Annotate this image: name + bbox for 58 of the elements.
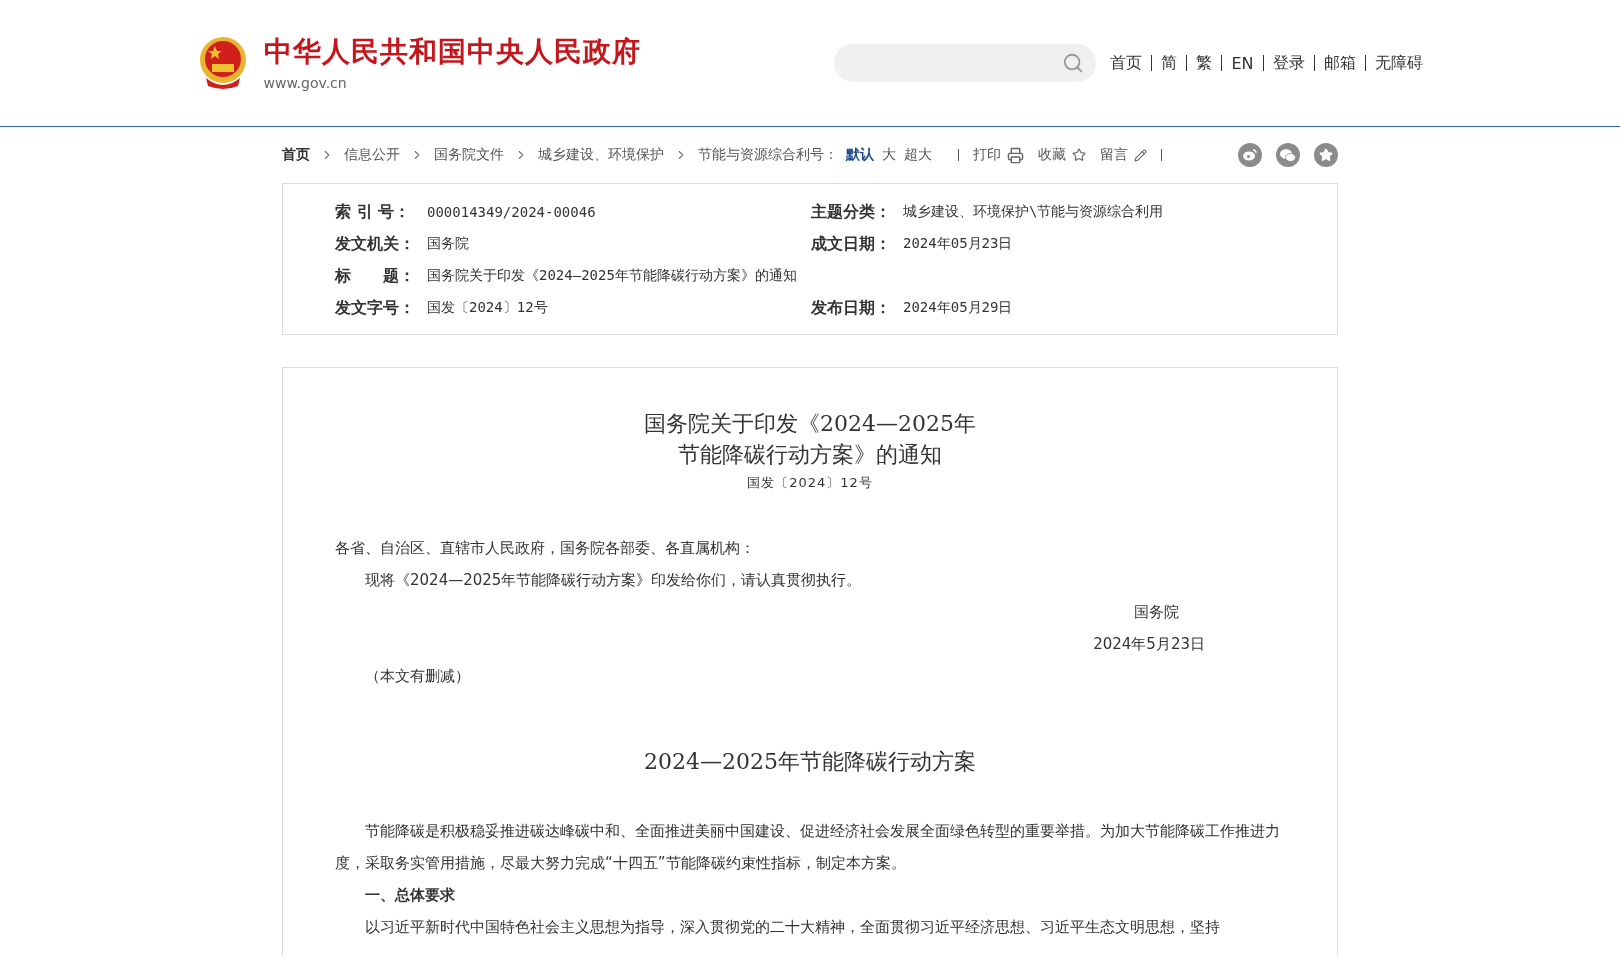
font-size-label: 号：: [810, 146, 838, 164]
search-field[interactable]: [834, 44, 1097, 82]
font-size-option[interactable]: 默认: [846, 146, 874, 164]
nav-link[interactable]: 邮箱: [1323, 52, 1356, 74]
site-domain: www.gov.cn: [263, 75, 348, 91]
field-value: 2024年05月29日: [903, 299, 1013, 317]
field-value: 国发〔2024〕12号: [427, 299, 548, 317]
breadcrumb-link[interactable]: 国务院文件: [434, 146, 504, 164]
field-label: 成文日期：: [811, 233, 892, 255]
field-label: 发文机关：: [335, 233, 416, 255]
section-heading: 一、总体要求: [364, 885, 456, 906]
field-value: 000014349/2024-00046: [427, 204, 596, 220]
paragraph: 现将《2024—2025年节能降碳行动方案》印发给你们，请认真贯彻执行。: [364, 570, 863, 591]
field-value: 2024年05月23日: [903, 235, 1013, 253]
field-label: 发文字号：: [335, 297, 416, 319]
field-label: 索 引 号：: [335, 201, 412, 223]
printer-icon: [1007, 146, 1024, 164]
nav-link[interactable]: EN: [1231, 53, 1254, 73]
signature-text: 国务院: [1133, 602, 1180, 623]
field-label: 主题分类：: [811, 201, 892, 223]
site-name: 中华人民共和国中央人民政府: [263, 34, 641, 70]
star-icon: [1072, 148, 1086, 162]
pencil-icon: [1134, 148, 1147, 162]
document-number: 国发〔2024〕12号: [746, 474, 874, 492]
share-button[interactable]: [1276, 143, 1300, 167]
nav-link[interactable]: 简: [1161, 52, 1178, 74]
toolbar-link[interactable]: 收藏: [1038, 146, 1086, 164]
field-label: 标 题：: [335, 265, 416, 287]
nav-link[interactable]: 繁: [1196, 52, 1213, 74]
paragraph: 以习近平新时代中国特色社会主义思想为指导，深入贯彻党的二十大精神，全面贯彻习近平经济思想、习近平生态文明思想，坚持: [364, 917, 1221, 938]
field-value: 国务院关于印发《2024—2025年节能降碳行动方案》的通知: [427, 267, 797, 285]
font-size-option[interactable]: 超大: [904, 146, 932, 164]
breadcrumb-link[interactable]: 首页: [282, 146, 310, 164]
paragraph: 各省、自治区、直辖市人民政府，国务院各部委、各直属机构：: [335, 538, 756, 559]
paragraph: （本文有删减）: [364, 666, 471, 687]
emblem-logo: [197, 34, 248, 90]
weibo-icon: [1243, 149, 1257, 161]
nav-link[interactable]: 首页: [1110, 52, 1143, 74]
font-size-option[interactable]: 大: [882, 146, 896, 164]
field-value: 城乡建设、环境保护\节能与资源综合利用: [903, 203, 1164, 221]
star-icon: [1319, 148, 1333, 162]
article-title: 国务院关于印发《2024—2025年 节能降碳行动方案》的通知: [643, 410, 977, 469]
share-button[interactable]: [1238, 143, 1262, 167]
nav-link[interactable]: 登录: [1272, 52, 1305, 74]
share-button[interactable]: [1314, 143, 1338, 167]
breadcrumb-link[interactable]: 城乡建设、环境保护: [538, 146, 664, 164]
breadcrumb-link[interactable]: 节能与资源综合利: [698, 146, 810, 164]
field-value: 国务院: [427, 235, 469, 253]
toolbar-link[interactable]: 留言: [1100, 146, 1147, 164]
signature-text: 2024年5月23日: [1092, 634, 1206, 655]
field-label: 发布日期：: [811, 297, 892, 319]
nav-link[interactable]: 无障碍: [1374, 52, 1423, 74]
toolbar-link[interactable]: 打印: [973, 146, 1024, 164]
section-title: 2024—2025年节能降碳行动方案: [643, 748, 977, 776]
chat-bubbles-icon: [1280, 148, 1296, 162]
paragraph: 节能降碳是积极稳妥推进碳达峰碳中和、全面推进美丽中国建设、促进经济社会发展全面绿色转型的重要举措。为加大节能降碳工作推进力度，采取务实管用措施，尽最大努力完成“十四五”节能降碳约束性指标，制定本方案。: [335, 821, 1281, 874]
breadcrumb-link[interactable]: 信息公开: [344, 146, 400, 164]
search-icon[interactable]: [1062, 52, 1085, 74]
